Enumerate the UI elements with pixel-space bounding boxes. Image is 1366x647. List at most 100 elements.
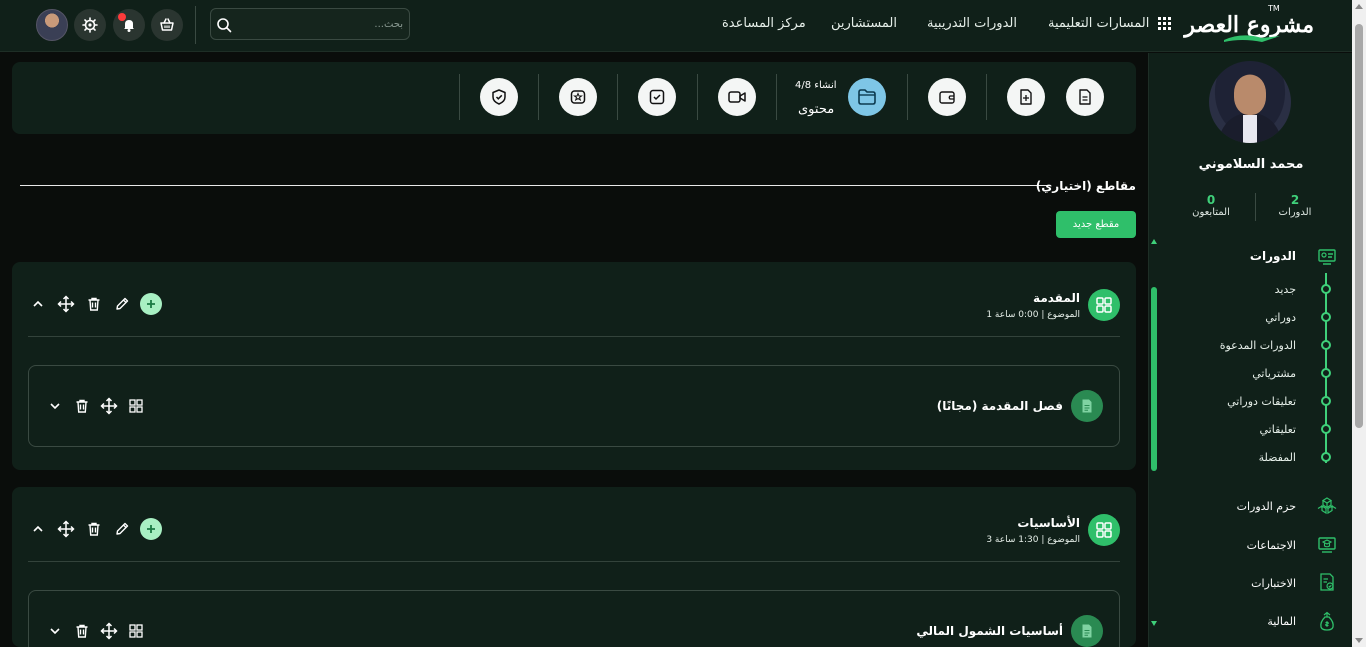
move-icon: [100, 622, 118, 640]
edit-button[interactable]: [112, 519, 132, 539]
sidebar-section-bundles[interactable]: حزم الدورات: [1237, 500, 1296, 513]
sidebar-section-quizzes[interactable]: الاختبارات: [1251, 577, 1296, 590]
header-divider: [195, 6, 196, 44]
chevron-down-icon: [50, 628, 60, 635]
tree-dot: [1321, 396, 1331, 406]
plus-icon: [147, 525, 155, 533]
tree-dot: [1321, 452, 1331, 462]
move-button[interactable]: [99, 396, 119, 416]
scroll-down-arrow-icon[interactable]: [1355, 638, 1363, 643]
lesson-item[interactable]: فصل المقدمة (مجانًا): [28, 365, 1120, 447]
learning-paths-grid-icon: [1158, 17, 1171, 30]
expand-button[interactable]: [45, 621, 65, 641]
trash-icon: [88, 297, 100, 311]
edit-button[interactable]: [112, 294, 132, 314]
lesson-title: أساسيات الشمول المالي: [916, 624, 1063, 638]
tool-video-button[interactable]: [718, 78, 756, 116]
sidebar-section-finance[interactable]: المالية: [1267, 615, 1296, 628]
trash-icon: [76, 399, 88, 413]
user-avatar[interactable]: [36, 9, 68, 41]
move-button[interactable]: [56, 519, 76, 539]
pencil-icon: [116, 297, 129, 310]
tool-add-file-button[interactable]: [1007, 78, 1045, 116]
trash-icon: [88, 522, 100, 536]
pencil-icon: [116, 522, 129, 535]
stat-divider: [1255, 193, 1256, 221]
toolbar-divider: [776, 74, 777, 120]
clips-divider-line: [20, 185, 1050, 186]
search-icon[interactable]: [216, 17, 232, 33]
chevron-down-icon: [50, 403, 60, 410]
delete-button[interactable]: [84, 294, 104, 314]
sidebar-scroll-up-icon[interactable]: [1151, 239, 1157, 244]
page-scrollbar[interactable]: [1352, 0, 1366, 647]
sidebar-section-courses[interactable]: الدورات: [1250, 249, 1296, 263]
add-lesson-button[interactable]: [140, 293, 162, 315]
grid-icon: [129, 399, 143, 413]
delete-button[interactable]: [72, 621, 92, 641]
profile-avatar[interactable]: [1209, 61, 1291, 143]
tool-shield-button[interactable]: [480, 78, 518, 116]
move-button[interactable]: [56, 294, 76, 314]
finance-icon: [1320, 611, 1334, 631]
tool-wallet-button[interactable]: [928, 78, 966, 116]
basket-icon: [160, 18, 174, 31]
sidebar-item-my-courses[interactable]: دوراتي: [1265, 311, 1296, 324]
tool-badge-button[interactable]: [559, 78, 597, 116]
toolbar-divider: [986, 74, 987, 120]
grid-button[interactable]: [126, 621, 146, 641]
expand-button[interactable]: [45, 396, 65, 416]
settings-button[interactable]: [74, 9, 106, 41]
bundles-icon: [1317, 497, 1337, 515]
lesson-actions: [45, 620, 146, 642]
move-button[interactable]: [99, 621, 119, 641]
nav-consultants[interactable]: المستشارين: [831, 16, 897, 31]
stat-followers: 0 المتابعون: [1181, 193, 1241, 218]
sidebar-item-favorites[interactable]: المفضلة: [1259, 451, 1296, 464]
site-logo[interactable]: TM مشروع العصر: [1184, 4, 1314, 44]
tool-content-button[interactable]: [848, 78, 886, 116]
lesson-title: فصل المقدمة (مجانًا): [936, 399, 1063, 413]
sidebar-scroll-thumb[interactable]: [1151, 287, 1157, 471]
tree-dot: [1321, 340, 1331, 350]
nav-learning-paths[interactable]: المسارات التعليمية: [1048, 16, 1149, 31]
collapse-button[interactable]: [28, 294, 48, 314]
stat-courses-number: 2: [1290, 193, 1300, 207]
delete-button[interactable]: [72, 396, 92, 416]
section-meta: 3 الموضوع | 1:30 ساعة: [986, 535, 1080, 545]
section-grid-icon: [1088, 514, 1120, 546]
toolbar-divider: [697, 74, 698, 120]
scroll-thumb[interactable]: [1355, 24, 1363, 428]
sidebar-item-purchases[interactable]: مشترياتي: [1252, 367, 1296, 380]
section-actions: [28, 517, 162, 541]
sidebar-item-invited-courses[interactable]: الدورات المدعوة: [1220, 339, 1296, 352]
sidebar-section-meetings[interactable]: الاجتماعات: [1247, 539, 1296, 552]
add-lesson-button[interactable]: [140, 518, 162, 540]
sidebar-item-my-comments[interactable]: تعليقاتي: [1260, 423, 1296, 436]
new-clip-button[interactable]: مقطع جديد: [1056, 211, 1136, 238]
tool-file-button[interactable]: [1066, 78, 1104, 116]
lesson-item[interactable]: أساسيات الشمول المالي: [28, 590, 1120, 647]
tool-check-button[interactable]: [638, 78, 676, 116]
nav-training-courses[interactable]: الدورات التدريبية: [927, 16, 1017, 31]
nav-help-center[interactable]: مركز المساعدة: [722, 16, 806, 31]
sidebar-scroll-down-icon[interactable]: [1151, 621, 1157, 626]
move-icon: [57, 520, 75, 538]
courses-icon: [1318, 249, 1336, 265]
section-meta: 1 الموضوع | 0:00 ساعة: [986, 310, 1080, 320]
dashboard-sidebar: محمد السلاموني 2 الدورات 0 المتابعون الد…: [1148, 53, 1352, 647]
grid-icon: [129, 624, 143, 638]
sidebar-item-course-comments[interactable]: تعليقات دوراتي: [1227, 395, 1296, 408]
quizzes-icon: [1320, 573, 1334, 591]
lesson-file-icon: [1071, 390, 1103, 422]
content-step-label: محتوى: [798, 102, 835, 117]
scroll-up-arrow-icon[interactable]: [1355, 4, 1363, 9]
folder-icon: [858, 89, 876, 105]
delete-button[interactable]: [84, 519, 104, 539]
sidebar-item-new[interactable]: جديد: [1275, 283, 1296, 296]
collapse-button[interactable]: [28, 519, 48, 539]
cart-button[interactable]: [151, 9, 183, 41]
grid-button[interactable]: [126, 396, 146, 416]
stat-courses: 2 الدورات: [1265, 193, 1325, 218]
search-input[interactable]: [243, 9, 403, 39]
